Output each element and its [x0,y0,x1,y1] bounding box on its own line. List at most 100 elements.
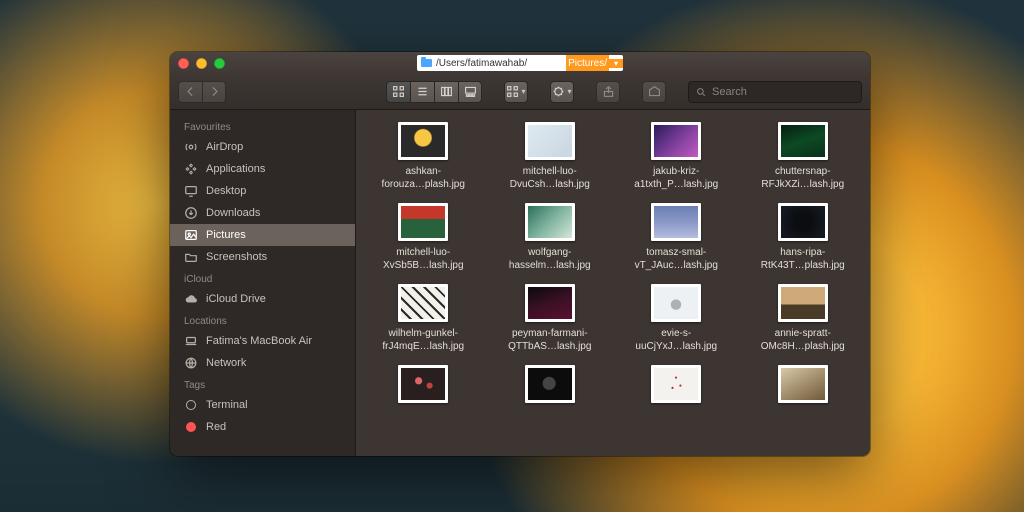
file-label: wolfgang-hasselm…lash.jpg [509,247,591,272]
sidebar-item-label: AirDrop [206,141,243,153]
file-item[interactable] [487,361,614,415]
thumbnail-icon [651,122,701,160]
search-field[interactable] [688,81,862,103]
thumbnail-icon [778,122,828,160]
sidebar-item-label: Red [206,421,226,433]
file-label: chuttersnap-RFJkXZi…lash.jpg [761,166,844,191]
tag-dot-icon [184,398,198,412]
window-controls [178,58,225,69]
view-list-button[interactable] [410,81,434,103]
sidebar-item-red[interactable]: Red [170,416,355,438]
view-switcher [386,81,482,103]
file-item[interactable]: mitchell-luo-DvuCsh…lash.jpg [487,118,614,197]
group-by-button[interactable]: ▾ [504,81,528,103]
file-item[interactable]: mitchell-luo-XvSb5B…lash.jpg [360,199,487,278]
folder-icon [417,59,435,67]
chevron-down-icon[interactable]: ▾ [609,59,623,68]
sidebar-item-label: Pictures [206,229,246,241]
close-icon[interactable] [178,58,189,69]
file-item[interactable]: annie-spratt-OMc8H…plash.jpg [740,280,867,359]
file-item[interactable] [740,361,867,415]
sidebar-item-label: Terminal [206,399,248,411]
file-grid: ashkan-forouza…plash.jpg mitchell-luo-Dvu… [360,118,866,415]
search-input[interactable] [712,86,854,98]
sidebar-item-terminal[interactable]: Terminal [170,394,355,416]
sidebar-item-desktop[interactable]: Desktop [170,180,355,202]
file-item[interactable]: peyman-farmani-QTTbAS…lash.jpg [487,280,614,359]
file-label: mitchell-luo-DvuCsh…lash.jpg [510,166,590,191]
thumbnail-icon [778,365,828,403]
sidebar-item-label: Fatima's MacBook Air [206,335,312,347]
window-body: Favourites AirDrop Applications Desktop Down… [170,110,870,456]
pictures-icon [184,228,198,242]
file-item[interactable] [360,361,487,415]
folder-icon [184,250,198,264]
nav-buttons [178,81,226,103]
thumbnail-icon [398,365,448,403]
sidebar-heading: iCloud [170,268,355,288]
tag-dot-icon [184,420,198,434]
file-item[interactable]: wolfgang-hasselm…lash.jpg [487,199,614,278]
thumbnail-icon [651,365,701,403]
file-label: mitchell-luo-XvSb5B…lash.jpg [383,247,464,272]
globe-icon [184,356,198,370]
file-item[interactable]: hans-ripa-RtK43T…plash.jpg [740,199,867,278]
file-label: ashkan-forouza…plash.jpg [382,166,465,191]
sidebar-heading: Locations [170,310,355,330]
sidebar-item-label: Desktop [206,185,246,197]
laptop-icon [184,334,198,348]
thumbnail-icon [525,365,575,403]
file-item[interactable]: chuttersnap-RFJkXZi…lash.jpg [740,118,867,197]
back-button[interactable] [178,81,202,103]
path-bar[interactable]: /Users/fatimawahab/ Pictures/ ▾ [417,55,623,71]
thumbnail-icon [778,284,828,322]
file-label: hans-ripa-RtK43T…plash.jpg [761,247,845,272]
tags-button[interactable] [642,81,666,103]
view-icons-button[interactable] [386,81,410,103]
file-item[interactable] [613,361,740,415]
forward-button[interactable] [202,81,226,103]
thumbnail-icon [651,284,701,322]
sidebar-item-label: Applications [206,163,265,175]
thumbnail-icon [778,203,828,241]
file-label: peyman-farmani-QTTbAS…lash.jpg [508,328,591,353]
sidebar-item-fatima-s-macbook-air[interactable]: Fatima's MacBook Air [170,330,355,352]
thumbnail-icon [525,122,575,160]
sidebar-item-label: iCloud Drive [206,293,266,305]
minimize-icon[interactable] [196,58,207,69]
content-area[interactable]: ashkan-forouza…plash.jpg mitchell-luo-Dvu… [356,110,870,456]
thumbnail-icon [398,122,448,160]
thumbnail-icon [525,284,575,322]
file-label: annie-spratt-OMc8H…plash.jpg [761,328,845,353]
file-item[interactable]: evie-s-uuCjYxJ…lash.jpg [613,280,740,359]
sidebar-item-label: Screenshots [206,251,267,263]
sidebar-item-applications[interactable]: Applications [170,158,355,180]
zoom-icon[interactable] [214,58,225,69]
airdrop-icon [184,140,198,154]
file-label: jakub-kriz-a1txth_P…lash.jpg [634,166,718,191]
thumbnail-icon [398,203,448,241]
sidebar-item-icloud-drive[interactable]: iCloud Drive [170,288,355,310]
file-item[interactable]: jakub-kriz-a1txth_P…lash.jpg [613,118,740,197]
titlebar: /Users/fatimawahab/ Pictures/ ▾ [170,52,870,74]
file-label: wilhelm-gunkel-frJ4mqE…lash.jpg [382,328,464,353]
search-icon [696,86,706,98]
sidebar-item-airdrop[interactable]: AirDrop [170,136,355,158]
file-item[interactable]: wilhelm-gunkel-frJ4mqE…lash.jpg [360,280,487,359]
sidebar-item-network[interactable]: Network [170,352,355,374]
action-menu-button[interactable]: ▾ [550,81,574,103]
file-item[interactable]: tomasz-smal-vT_JAuc…lash.jpg [613,199,740,278]
share-button[interactable] [596,81,620,103]
thumbnail-icon [525,203,575,241]
sidebar-heading: Favourites [170,116,355,136]
view-gallery-button[interactable] [458,81,482,103]
file-item[interactable]: ashkan-forouza…plash.jpg [360,118,487,197]
path-prefix: /Users/fatimawahab/ [435,58,566,69]
sidebar-item-pictures[interactable]: Pictures [170,224,355,246]
view-columns-button[interactable] [434,81,458,103]
path-current: Pictures/ [566,55,609,71]
sidebar-item-screenshots[interactable]: Screenshots [170,246,355,268]
sidebar-item-downloads[interactable]: Downloads [170,202,355,224]
sidebar: Favourites AirDrop Applications Desktop Down… [170,110,356,456]
toolbar: ▾ ▾ [170,74,870,110]
